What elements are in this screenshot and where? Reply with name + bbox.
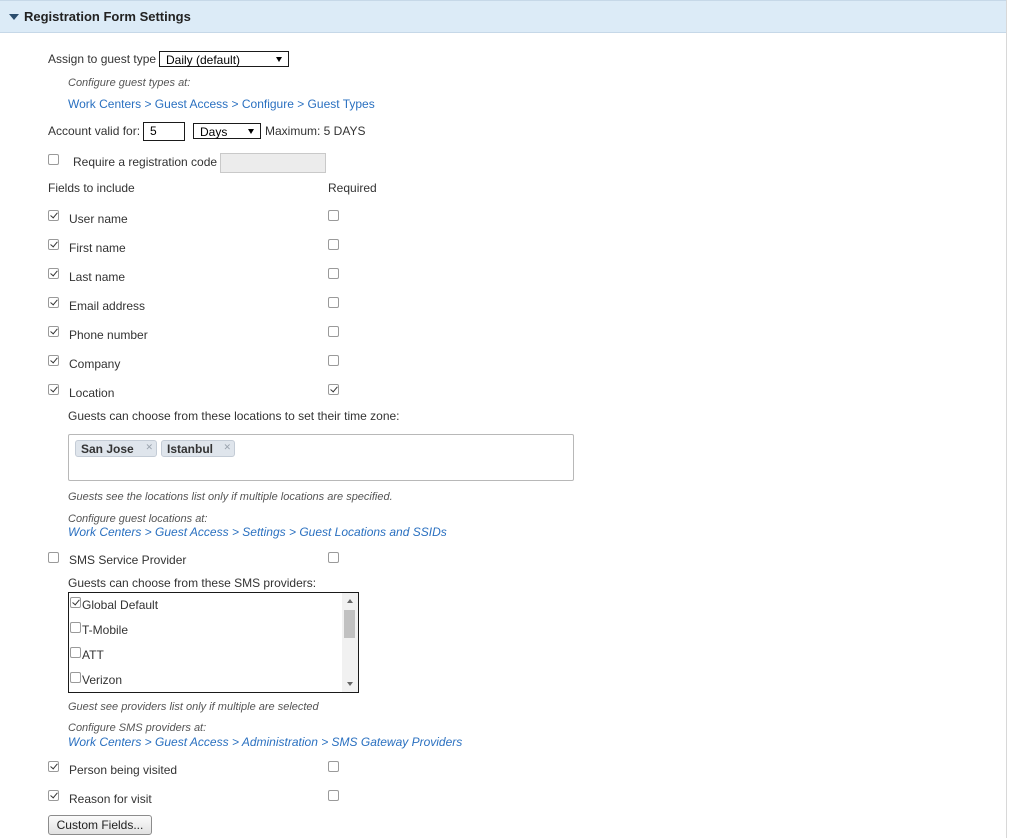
reason-visit-required-checkbox[interactable] — [328, 790, 339, 801]
maximum-duration: Maximum: 5 DAYS — [265, 124, 366, 138]
user-name-label: User name — [69, 212, 128, 226]
person-visited-required-checkbox[interactable] — [328, 761, 339, 772]
company-label: Company — [69, 357, 121, 371]
sms-configure-link[interactable]: Work Centers > Guest Access > Administra… — [68, 735, 462, 749]
guest-type-label: Assign to guest type — [48, 52, 157, 66]
sms-providers-list[interactable]: Global Default T-Mobile ATT Verizon — [68, 592, 359, 693]
scroll-down-icon[interactable] — [347, 682, 353, 686]
location-tag-label: San Jose — [81, 442, 134, 456]
location-required-checkbox[interactable] — [328, 384, 339, 395]
locations-hint: Guests see the locations list only if mu… — [68, 491, 393, 503]
provider-checkbox[interactable] — [70, 622, 81, 633]
guest-type-hint: Configure guest types at: — [68, 77, 191, 89]
last-name-label: Last name — [69, 270, 126, 284]
reason-visit-include-checkbox[interactable] — [48, 790, 59, 801]
account-valid-label: Account valid for: — [48, 124, 141, 138]
first-name-label: First name — [69, 241, 126, 255]
sms-required-checkbox[interactable] — [328, 552, 339, 563]
registration-code-checkbox[interactable] — [48, 154, 59, 165]
email-label: Email address — [69, 299, 146, 313]
first-name-required-checkbox[interactable] — [328, 239, 339, 250]
provider-label: Global Default — [82, 598, 159, 612]
collapse-triangle-icon[interactable] — [9, 14, 19, 20]
reason-visit-label: Reason for visit — [69, 792, 152, 806]
location-tag[interactable]: Istanbul ✕ — [161, 440, 235, 457]
registration-code-label: Require a registration code — [73, 155, 218, 169]
phone-required-checkbox[interactable] — [328, 326, 339, 337]
provider-checkbox[interactable] — [70, 647, 81, 658]
company-include-checkbox[interactable] — [48, 355, 59, 366]
duration-unit-value: Days — [200, 125, 228, 139]
email-required-checkbox[interactable] — [328, 297, 339, 308]
section-title: Registration Form Settings — [24, 9, 191, 24]
chevron-down-icon — [276, 57, 282, 62]
duration-unit-select[interactable]: Days — [193, 123, 261, 139]
location-tag[interactable]: San Jose ✕ — [75, 440, 157, 457]
guest-type-value: Daily (default) — [166, 53, 241, 67]
sms-hint: Guest see providers list only if multipl… — [68, 701, 319, 713]
user-name-include-checkbox[interactable] — [48, 210, 59, 221]
panel-border — [1006, 0, 1007, 838]
provider-label: Verizon — [82, 673, 123, 687]
fields-include-header: Fields to include — [48, 181, 135, 195]
account-valid-input[interactable]: 5 — [143, 122, 185, 141]
phone-label: Phone number — [69, 328, 148, 342]
first-name-include-checkbox[interactable] — [48, 239, 59, 250]
phone-include-checkbox[interactable] — [48, 326, 59, 337]
guest-type-link[interactable]: Work Centers > Guest Access > Configure … — [68, 97, 375, 111]
sms-prompt: Guests can choose from these SMS provide… — [68, 576, 317, 590]
location-label: Location — [69, 386, 115, 400]
sms-configure-hint: Configure SMS providers at: — [68, 722, 207, 734]
section-header[interactable]: Registration Form Settings — [0, 0, 1006, 33]
scroll-up-icon[interactable] — [347, 599, 353, 603]
list-scrollbar[interactable] — [342, 593, 358, 692]
user-name-required-checkbox[interactable] — [328, 210, 339, 221]
locations-prompt: Guests can choose from these locations t… — [68, 409, 400, 423]
company-required-checkbox[interactable] — [328, 355, 339, 366]
fields-required-header: Required — [328, 181, 377, 195]
chevron-down-icon — [248, 129, 254, 134]
remove-tag-icon[interactable]: ✕ — [223, 442, 231, 453]
person-visited-include-checkbox[interactable] — [48, 761, 59, 772]
sms-label: SMS Service Provider — [69, 553, 187, 567]
registration-code-input[interactable] — [220, 153, 326, 173]
locations-configure-link[interactable]: Work Centers > Guest Access > Settings >… — [68, 525, 447, 539]
location-include-checkbox[interactable] — [48, 384, 59, 395]
last-name-include-checkbox[interactable] — [48, 268, 59, 279]
remove-tag-icon[interactable]: ✕ — [145, 442, 153, 453]
provider-checkbox[interactable] — [70, 597, 81, 608]
person-visited-label: Person being visited — [69, 763, 178, 777]
locations-tag-input[interactable]: San Jose ✕ Istanbul ✕ — [68, 434, 574, 481]
last-name-required-checkbox[interactable] — [328, 268, 339, 279]
location-tag-label: Istanbul — [167, 442, 214, 456]
sms-include-checkbox[interactable] — [48, 552, 59, 563]
guest-type-select[interactable]: Daily (default) — [159, 51, 289, 67]
provider-label: ATT — [82, 648, 104, 662]
provider-checkbox[interactable] — [70, 672, 81, 683]
provider-label: T-Mobile — [82, 623, 129, 637]
email-include-checkbox[interactable] — [48, 297, 59, 308]
custom-fields-button[interactable]: Custom Fields... — [48, 815, 152, 835]
locations-configure-hint: Configure guest locations at: — [68, 513, 208, 525]
scroll-thumb[interactable] — [344, 610, 355, 638]
